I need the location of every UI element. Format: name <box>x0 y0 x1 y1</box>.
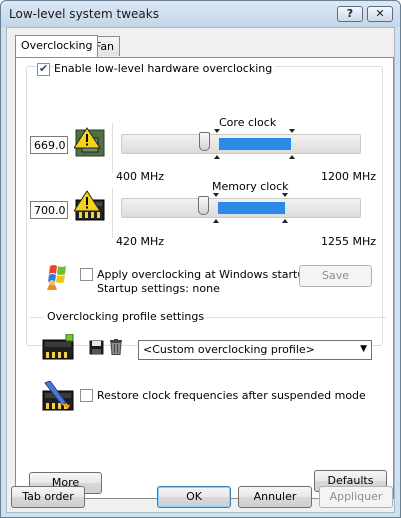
core-clock-title: Core clock <box>219 116 277 129</box>
memory-range-low-marker-bottom <box>213 219 220 223</box>
core-range-low-marker-bottom <box>213 155 220 159</box>
core-clock-range-fill <box>218 138 292 150</box>
ok-button[interactable]: OK <box>157 486 231 508</box>
core-clock-slider[interactable] <box>121 134 361 154</box>
profile-select[interactable]: <Custom overclocking profile> ▼ <box>138 340 372 360</box>
profile-card-icon <box>42 333 74 363</box>
dialog-client-area: Overclocking Fan Enable low-level hardwa… <box>6 27 395 513</box>
memory-min-label: 420 MHz <box>116 235 165 248</box>
startup-settings-status: Startup settings: none <box>97 282 220 295</box>
memory-warning-icon <box>73 190 106 225</box>
memory-clock-slider[interactable] <box>121 198 361 218</box>
restore-after-suspend-label: Restore clock frequencies after suspende… <box>97 389 366 402</box>
delete-profile-icon[interactable] <box>109 339 123 358</box>
profile-section-title: Overclocking profile settings <box>44 310 208 323</box>
memory-range-high-marker <box>281 193 288 197</box>
save-profile-icon[interactable] <box>89 340 104 358</box>
overclocking-panel: Enable low-level hardware overclocking 6… <box>15 57 394 499</box>
close-button[interactable]: ✕ <box>367 6 393 22</box>
memory-clock-value[interactable]: 700.0 <box>30 201 68 219</box>
enable-overclocking-checkbox[interactable] <box>37 62 50 76</box>
memory-clock-range-fill <box>218 202 285 214</box>
memory-range-high-marker-bottom <box>281 219 288 223</box>
core-clock-slider-thumb[interactable] <box>198 132 210 151</box>
memory-range-low-marker <box>213 193 220 197</box>
core-slider-divider <box>112 123 113 173</box>
apply-button[interactable]: Appliquer <box>319 486 393 508</box>
gpu-warning-icon <box>73 126 106 161</box>
cancel-button[interactable]: Annuler <box>238 486 312 508</box>
core-range-low-marker <box>213 129 220 133</box>
dialog-window: Low-level system tweaks ? ✕ Overclocking… <box>0 0 401 518</box>
tab-order-button[interactable]: Tab order <box>11 486 85 508</box>
enable-overclocking-label: Enable low-level hardware overclocking <box>54 62 276 75</box>
chevron-down-icon: ▼ <box>360 344 367 354</box>
core-range-high-marker <box>288 129 295 133</box>
title-bar[interactable]: Low-level system tweaks ? ✕ <box>1 1 400 27</box>
apply-at-startup-checkbox[interactable] <box>80 268 93 281</box>
memory-max-label: 1255 MHz <box>321 235 377 248</box>
save-button[interactable]: Save <box>299 265 372 287</box>
core-max-label: 1200 MHz <box>321 170 377 183</box>
profile-select-value: <Custom overclocking profile> <box>143 343 315 356</box>
tab-overclocking[interactable]: Overclocking <box>15 35 99 57</box>
core-range-high-marker-bottom <box>288 155 295 159</box>
memory-clock-title: Memory clock <box>212 180 289 193</box>
windows-startup-icon <box>44 262 72 293</box>
restore-after-suspend-checkbox[interactable] <box>80 389 93 402</box>
help-button[interactable]: ? <box>337 6 363 22</box>
memory-clock-slider-thumb[interactable] <box>198 196 210 215</box>
window-title: Low-level system tweaks <box>9 7 159 21</box>
core-min-label: 400 MHz <box>116 170 165 183</box>
core-clock-value[interactable]: 669.0 <box>30 136 68 154</box>
apply-at-startup-label: Apply overclocking at Windows startup <box>97 268 312 281</box>
restore-clock-icon <box>42 380 74 414</box>
memory-slider-divider <box>112 188 113 238</box>
